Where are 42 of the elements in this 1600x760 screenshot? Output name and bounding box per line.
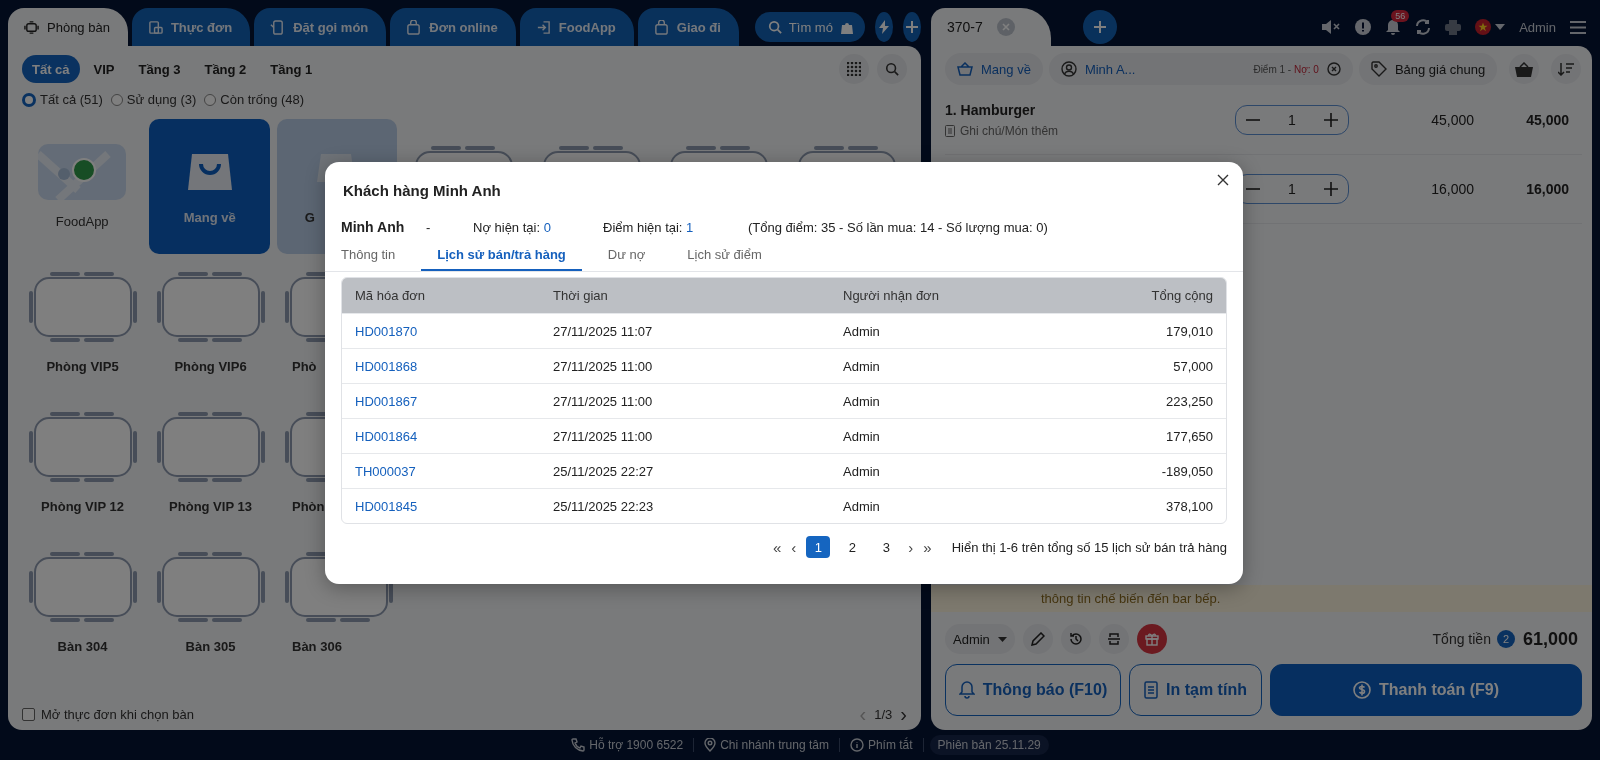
points-debt-text: Điểm 1 - Nợ: 0 [1253, 63, 1319, 75]
line-total: 45,000 [1525, 112, 1569, 128]
table-cell-text: 177,650 [1165, 428, 1213, 444]
table-cell-text: 27/11/2025 11:00 [553, 393, 654, 409]
pagination-info: Hiển thị 1-6 trên tổng số 15 lịch sử bán trả hàng [951, 539, 1227, 555]
table-cell-text: 27/11/2025 11:00 [553, 358, 654, 374]
table-cell-text: 27/11/2025 11:00 [553, 428, 654, 444]
unit-price: 16,000 [1430, 181, 1474, 197]
unit-price: 45,000 [1430, 112, 1474, 128]
column-header: Thời gian [553, 288, 609, 303]
separator-text: - [426, 220, 432, 235]
dialog-title: Khách hàng Minh Anh [343, 182, 501, 199]
table-cell-text: 25/11/2025 22:27 [553, 463, 655, 479]
table-cell-text: Admin [843, 323, 881, 339]
table-cell-text: Admin [843, 358, 881, 374]
item-name: 1. Hamburger [945, 102, 1037, 118]
table-cell-text: 223,250 [1165, 393, 1213, 409]
total-label: Tổng tiền [1432, 631, 1491, 647]
table-cell-text: Admin [843, 393, 881, 409]
table-cell-text: 179,010 [1165, 323, 1213, 339]
table-cell-text: 27/11/2025 11:07 [553, 323, 654, 339]
table-cell-text: Admin [843, 428, 881, 444]
table-cell-text: -189,050 [1160, 463, 1213, 479]
column-header: Mã hóa đơn [355, 288, 426, 303]
item-count-badge: 2 [1496, 630, 1515, 648]
customer-name: Minh Anh [341, 219, 406, 235]
table-cell-text: 25/11/2025 22:23 [553, 498, 655, 514]
table-cell-text: 378,100 [1165, 498, 1213, 514]
debt-text: Nợ hiện tại: 0 [473, 220, 552, 235]
total-amount: 61,000 [1522, 628, 1578, 650]
customer-summary: (Tổng điểm: 35 - Số lần mua: 14 - Số lượng mua: 0) [748, 220, 1048, 235]
notice-text: thông tin chế biến đến bar bếp. [1041, 591, 1221, 606]
line-total: 16,000 [1525, 181, 1569, 197]
column-header: Tổng cộng [1150, 288, 1213, 303]
notification-badge: 56 [1391, 9, 1410, 22]
version-label: Phiên bản 25.11.29 [929, 735, 1049, 755]
page-indicator: 1/3 [874, 706, 893, 722]
table-cell-text: Admin [843, 463, 881, 479]
column-header: Người nhận đơn [843, 288, 940, 303]
table-cell-text: 57,000 [1172, 358, 1213, 374]
table-cell-text: Admin [843, 498, 881, 514]
points-text: Điểm hiện tại: 1 [603, 220, 695, 235]
